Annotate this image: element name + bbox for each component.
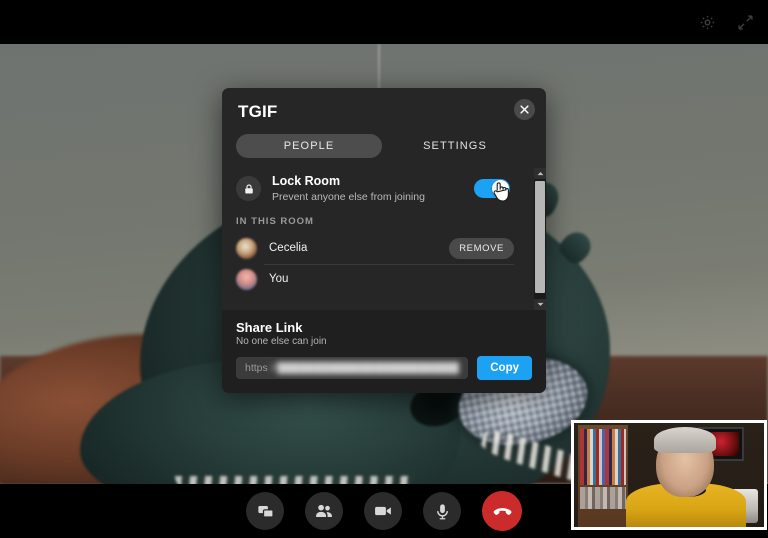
tab-people[interactable]: PEOPLE [236, 134, 382, 158]
scroll-down-arrow[interactable] [534, 299, 546, 310]
phone-hangup-icon [493, 507, 511, 515]
scrollbar-thumb[interactable] [535, 181, 545, 293]
participant-row: Cecelia REMOVE [222, 233, 528, 264]
people-list: Lock Room Prevent anyone else from joini… [222, 168, 528, 295]
microphone-icon [436, 503, 448, 519]
lock-room-toggle[interactable] [474, 179, 510, 199]
share-link-redacted: ://████████████████████████████ [268, 362, 459, 374]
screen-share-button[interactable] [246, 492, 284, 530]
in-this-room-label: IN THIS ROOM [236, 215, 314, 227]
books [580, 487, 626, 509]
share-link-input[interactable]: https ://████████████████████████████ [236, 357, 469, 379]
dinosaur-teeth [175, 476, 415, 484]
scroll-up-arrow[interactable] [534, 168, 546, 179]
scrollbar[interactable] [534, 168, 546, 310]
share-link-section: Share Link No one else can join https :/… [222, 310, 546, 393]
window-controls [696, 0, 768, 44]
microphone-button[interactable] [423, 492, 461, 530]
self-view-thumbnail[interactable] [571, 420, 767, 530]
toggle-knob [492, 180, 509, 198]
avatar [236, 268, 257, 290]
close-button[interactable] [514, 99, 535, 120]
participant-row: You [222, 263, 528, 295]
dialog-header: TGIF [222, 88, 546, 126]
books [580, 429, 626, 485]
screens-icon [257, 505, 274, 518]
person-hair [654, 427, 716, 453]
participant-name: Cecelia [269, 242, 308, 255]
copy-button[interactable]: Copy [477, 356, 532, 380]
close-icon [520, 105, 529, 114]
dialog-title: TGIF [238, 102, 278, 121]
tab-settings[interactable]: SETTINGS [382, 134, 528, 158]
fullscreen-icon[interactable] [734, 11, 756, 33]
self-view-video [574, 423, 764, 527]
letterbox-top [0, 0, 768, 44]
avatar [236, 237, 257, 259]
settings-gear-icon[interactable] [696, 11, 718, 33]
participant-name: You [269, 273, 289, 286]
camera-button[interactable] [364, 492, 402, 530]
room-dialog: TGIF PEOPLE SETTINGS Lock Room Prevent a… [222, 88, 546, 393]
share-link-subtitle: No one else can join [236, 336, 327, 347]
chevron-down-icon [537, 302, 543, 307]
lock-icon [236, 176, 261, 202]
people-scroll-area: Lock Room Prevent anyone else from joini… [222, 168, 546, 310]
lock-room-text: Lock Room Prevent anyone else from joini… [272, 174, 474, 204]
lock-room-subtitle: Prevent anyone else from joining [272, 190, 425, 203]
lock-room-title: Lock Room [272, 174, 341, 188]
people-icon [316, 504, 332, 517]
video-camera-icon [375, 506, 391, 516]
share-link-title: Share Link [236, 320, 303, 335]
hangup-button[interactable] [482, 491, 522, 531]
share-link-protocol: https [245, 362, 268, 374]
remove-button[interactable]: REMOVE [449, 237, 514, 259]
lock-room-row: Lock Room Prevent anyone else from joini… [222, 168, 528, 214]
dialog-tabs: PEOPLE SETTINGS [222, 126, 546, 168]
chevron-up-icon [537, 171, 543, 176]
share-link-row: https ://████████████████████████████ Co… [236, 356, 532, 380]
people-button[interactable] [305, 492, 343, 530]
